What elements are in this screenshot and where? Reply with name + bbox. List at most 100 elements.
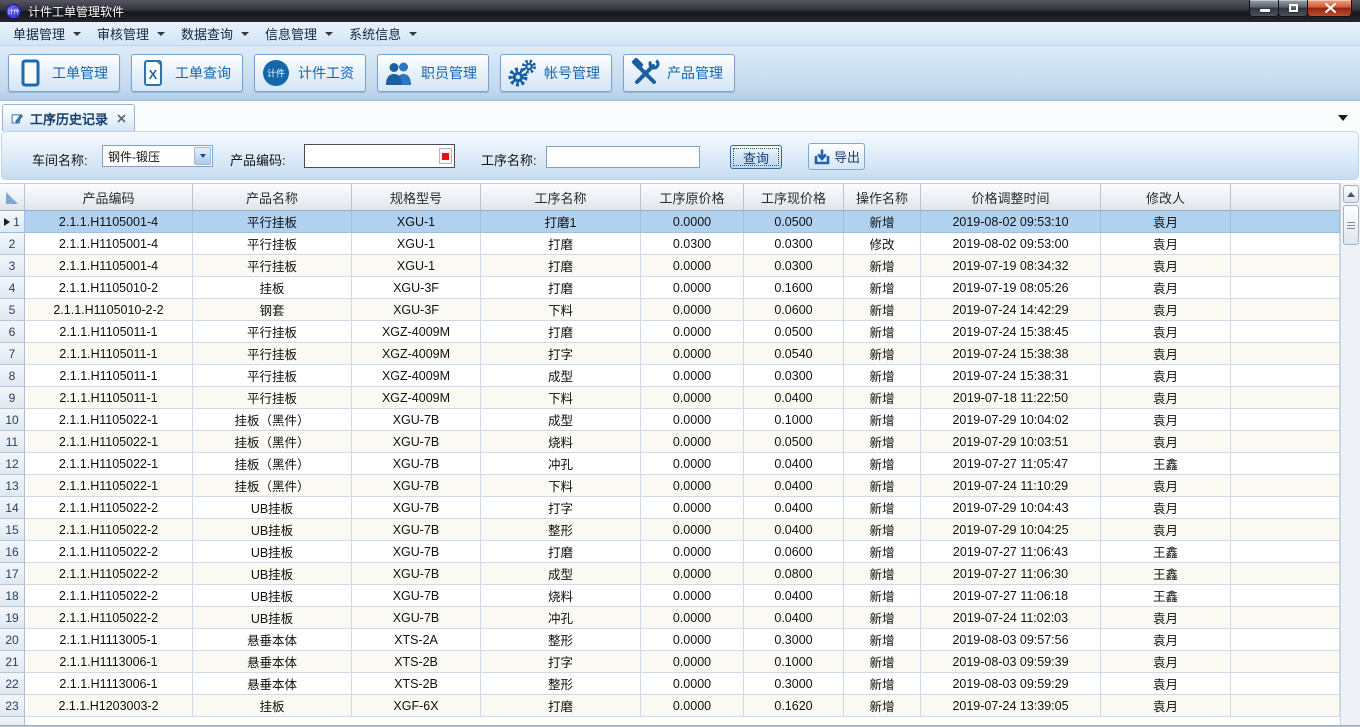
grid-cell[interactable]: 平行挂板 bbox=[193, 321, 352, 343]
grid-cell[interactable]: UB挂板 bbox=[193, 563, 352, 585]
header-cell[interactable]: 工序原价格 bbox=[641, 183, 744, 211]
grid-cell[interactable]: 2019-07-18 11:22:50 bbox=[921, 387, 1101, 409]
grid-cell[interactable]: 新增 bbox=[844, 475, 921, 497]
grid-cell[interactable]: 新增 bbox=[844, 255, 921, 277]
grid-cell[interactable]: 袁月 bbox=[1101, 365, 1231, 387]
grid-cell[interactable]: XGZ-4009M bbox=[352, 365, 481, 387]
grid-cell[interactable]: 0.1000 bbox=[744, 651, 844, 673]
grid-cell[interactable]: 袁月 bbox=[1101, 233, 1231, 255]
grid-cell-empty[interactable] bbox=[1231, 299, 1340, 321]
grid-cell[interactable]: 0.0000 bbox=[641, 321, 744, 343]
grid-cell[interactable]: 打磨1 bbox=[481, 211, 641, 233]
grid-cell[interactable]: 冲孔 bbox=[481, 453, 641, 475]
process-name-input[interactable] bbox=[546, 146, 700, 168]
grid-cell[interactable]: 0.0000 bbox=[641, 497, 744, 519]
grid-cell[interactable]: 2019-07-27 11:06:18 bbox=[921, 585, 1101, 607]
grid-cell[interactable]: XGU-7B bbox=[352, 453, 481, 475]
grid-cell[interactable]: 0.0000 bbox=[641, 387, 744, 409]
grid-cell[interactable]: 2.1.1.H1105022-2 bbox=[25, 585, 193, 607]
grid-cell[interactable]: 2.1.1.H1105022-2 bbox=[25, 519, 193, 541]
tab-process-history[interactable]: 工序历史记录 bbox=[2, 104, 135, 131]
grid-cell[interactable]: 袁月 bbox=[1101, 387, 1231, 409]
header-cell[interactable]: 产品名称 bbox=[193, 183, 352, 211]
grid-cell[interactable]: XGZ-4009M bbox=[352, 321, 481, 343]
grid-cell[interactable]: 2019-07-19 08:34:32 bbox=[921, 255, 1101, 277]
grid-cell[interactable]: 袁月 bbox=[1101, 277, 1231, 299]
grid-cell[interactable]: 0.0300 bbox=[744, 255, 844, 277]
row-number-cell[interactable]: 18 bbox=[0, 585, 25, 607]
header-cell[interactable]: 修改人 bbox=[1101, 183, 1231, 211]
grid-cell-empty[interactable] bbox=[1231, 387, 1340, 409]
grid-cell[interactable]: XGU-1 bbox=[352, 211, 481, 233]
grid-cell[interactable]: 2019-08-03 09:59:29 bbox=[921, 673, 1101, 695]
grid-cell[interactable]: 0.3000 bbox=[744, 673, 844, 695]
row-number-cell[interactable]: 11 bbox=[0, 431, 25, 453]
row-number-cell[interactable]: 23 bbox=[0, 695, 25, 717]
grid-cell-empty[interactable] bbox=[1231, 431, 1340, 453]
product-mgmt-button[interactable]: 产品管理 bbox=[623, 54, 735, 92]
grid-cell[interactable]: 袁月 bbox=[1101, 343, 1231, 365]
grid-cell[interactable]: 烧料 bbox=[481, 431, 641, 453]
grid-cell[interactable]: 0.0000 bbox=[641, 673, 744, 695]
row-number-cell[interactable]: 15 bbox=[0, 519, 25, 541]
grid-cell[interactable]: 2.1.1.H1105001-4 bbox=[25, 233, 193, 255]
grid-cell[interactable]: 2.1.1.H1105001-4 bbox=[25, 255, 193, 277]
grid-cell[interactable]: 袁月 bbox=[1101, 607, 1231, 629]
grid-cell[interactable]: 新增 bbox=[844, 343, 921, 365]
staff-mgmt-button[interactable]: 职员管理 bbox=[377, 54, 489, 92]
grid-cell[interactable]: 0.1600 bbox=[744, 277, 844, 299]
grid-cell[interactable]: 0.0500 bbox=[744, 431, 844, 453]
grid-cell[interactable]: 0.0400 bbox=[744, 585, 844, 607]
grid-cell[interactable]: XGU-3F bbox=[352, 299, 481, 321]
grid-cell[interactable]: 平行挂板 bbox=[193, 255, 352, 277]
grid-cell[interactable]: 2.1.1.H1113006-1 bbox=[25, 673, 193, 695]
row-number-cell[interactable]: 16 bbox=[0, 541, 25, 563]
row-number-cell[interactable]: 10 bbox=[0, 409, 25, 431]
grid-cell[interactable]: 2019-07-19 08:05:26 bbox=[921, 277, 1101, 299]
grid-cell-empty[interactable] bbox=[1231, 519, 1340, 541]
grid-cell[interactable]: 成型 bbox=[481, 365, 641, 387]
grid-cell[interactable]: 挂板（黑件） bbox=[193, 475, 352, 497]
grid-cell[interactable]: 整形 bbox=[481, 629, 641, 651]
row-number-cell[interactable]: 3 bbox=[0, 255, 25, 277]
grid-cell[interactable]: 新增 bbox=[844, 651, 921, 673]
grid-cell[interactable]: 王鑫 bbox=[1101, 453, 1231, 475]
grid-cell-empty[interactable] bbox=[1231, 673, 1340, 695]
grid-cell[interactable]: 新增 bbox=[844, 629, 921, 651]
work-order-query-button[interactable]: X 工单查询 bbox=[131, 54, 243, 92]
grid-cell[interactable]: 2.1.1.H1105011-1 bbox=[25, 365, 193, 387]
grid-cell-empty[interactable] bbox=[1231, 475, 1340, 497]
grid-cell[interactable]: 打磨 bbox=[481, 541, 641, 563]
scroll-up-button[interactable] bbox=[1343, 185, 1359, 203]
grid-cell[interactable]: 0.0000 bbox=[641, 475, 744, 497]
grid-cell-empty[interactable] bbox=[1231, 255, 1340, 277]
grid-cell[interactable]: 0.0000 bbox=[641, 365, 744, 387]
grid-cell[interactable]: 2019-08-03 09:59:39 bbox=[921, 651, 1101, 673]
grid-cell[interactable]: XGU-7B bbox=[352, 409, 481, 431]
grid-cell[interactable]: 2.1.1.H1105011-1 bbox=[25, 321, 193, 343]
grid-cell[interactable]: 0.0500 bbox=[744, 211, 844, 233]
grid-cell[interactable]: 2019-07-27 11:05:47 bbox=[921, 453, 1101, 475]
row-number-cell[interactable]: 7 bbox=[0, 343, 25, 365]
grid-cell[interactable]: 新增 bbox=[844, 497, 921, 519]
grid-cell[interactable]: 2019-07-24 13:39:05 bbox=[921, 695, 1101, 717]
grid-cell[interactable]: 平行挂板 bbox=[193, 233, 352, 255]
minimize-button[interactable] bbox=[1249, 0, 1279, 17]
grid-cell[interactable]: 新增 bbox=[844, 607, 921, 629]
grid-cell[interactable]: UB挂板 bbox=[193, 541, 352, 563]
grid-cell[interactable]: 2019-07-24 11:02:03 bbox=[921, 607, 1101, 629]
grid-cell[interactable]: 整形 bbox=[481, 519, 641, 541]
grid-cell[interactable]: 0.0000 bbox=[641, 629, 744, 651]
grid-cell[interactable]: 0.0000 bbox=[641, 651, 744, 673]
grid-cell[interactable]: 0.0300 bbox=[744, 233, 844, 255]
row-number-cell[interactable]: 2 bbox=[0, 233, 25, 255]
grid-cell-empty[interactable] bbox=[1231, 365, 1340, 387]
grid-cell[interactable]: UB挂板 bbox=[193, 497, 352, 519]
grid-cell[interactable]: 0.0000 bbox=[641, 299, 744, 321]
grid-cell[interactable]: 新增 bbox=[844, 519, 921, 541]
grid-cell[interactable]: 0.1000 bbox=[744, 409, 844, 431]
grid-cell[interactable]: UB挂板 bbox=[193, 519, 352, 541]
grid-cell[interactable]: XGU-7B bbox=[352, 497, 481, 519]
grid-cell[interactable]: 袁月 bbox=[1101, 431, 1231, 453]
grid-cell[interactable]: 新增 bbox=[844, 409, 921, 431]
